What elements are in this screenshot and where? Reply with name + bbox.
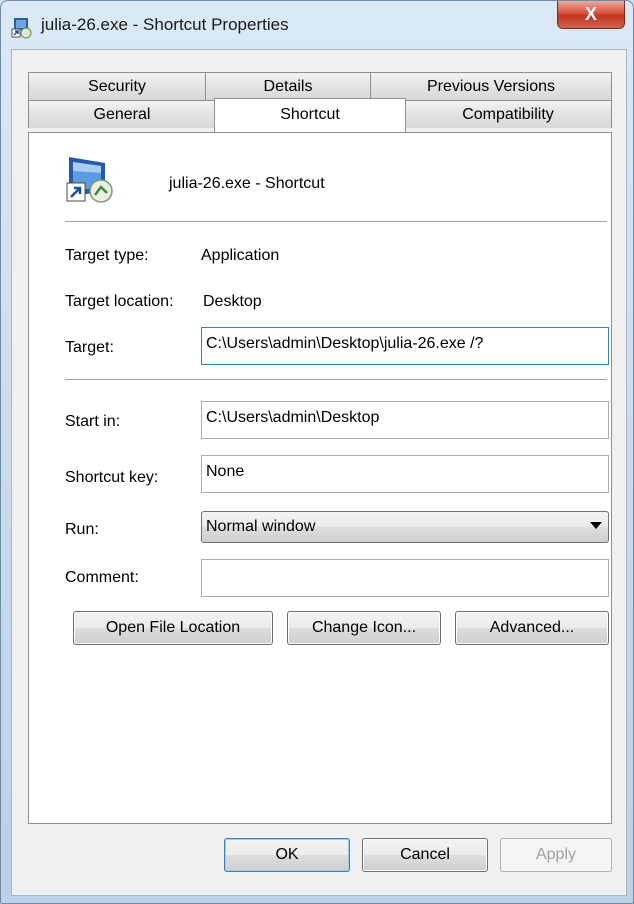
run-select[interactable]: Normal window: [201, 511, 609, 543]
start-in-input[interactable]: C:\Users\admin\Desktop: [201, 401, 609, 439]
comment-label: Comment:: [65, 569, 139, 586]
shortcut-key-label: Shortcut key:: [65, 469, 159, 486]
tab-details[interactable]: Details: [205, 72, 371, 100]
target-location-value: Desktop: [203, 293, 262, 310]
comment-input[interactable]: [201, 559, 609, 597]
target-type-value: Application: [201, 247, 280, 264]
close-button[interactable]: X: [557, 1, 625, 29]
run-label: Run:: [65, 521, 99, 538]
dialog-client: Security Details Previous Versions Gener…: [11, 49, 627, 896]
divider: [65, 221, 607, 223]
target-type-label: Target type:: [65, 247, 149, 264]
cancel-button[interactable]: Cancel: [362, 838, 488, 872]
start-in-label: Start in:: [65, 413, 121, 430]
shortcut-key-input[interactable]: None: [201, 455, 609, 493]
exe-file-shortcut-icon: [66, 157, 113, 203]
properties-window: julia-26.exe - Shortcut Properties X Sec…: [0, 0, 634, 904]
shortcut-tab-panel: julia-26.exe - Shortcut Target type: App…: [28, 132, 612, 824]
run-select-value: Normal window: [206, 518, 316, 535]
window-title: julia-26.exe - Shortcut Properties: [41, 15, 289, 34]
tab-compatibility[interactable]: Compatibility: [404, 100, 612, 128]
target-location-label: Target location:: [65, 293, 174, 310]
close-icon: X: [584, 4, 597, 24]
tab-previous-versions[interactable]: Previous Versions: [370, 72, 612, 100]
shortcut-name: julia-26.exe - Shortcut: [169, 175, 325, 192]
title-bar[interactable]: julia-26.exe - Shortcut Properties X: [1, 1, 633, 49]
tab-general[interactable]: General: [28, 100, 216, 128]
shortcut-app-icon: [11, 18, 32, 39]
advanced-button[interactable]: Advanced...: [455, 611, 609, 645]
tab-shortcut[interactable]: Shortcut: [214, 98, 406, 132]
chevron-down-icon: [590, 522, 602, 529]
ok-button[interactable]: OK: [224, 838, 350, 872]
target-input[interactable]: C:\Users\admin\Desktop\julia-26.exe /?: [201, 327, 609, 365]
divider: [65, 379, 607, 381]
target-label: Target:: [65, 339, 114, 356]
change-icon-button[interactable]: Change Icon...: [287, 611, 441, 645]
open-file-location-button[interactable]: Open File Location: [73, 611, 273, 645]
apply-button[interactable]: Apply: [500, 838, 612, 872]
tab-security[interactable]: Security: [28, 72, 206, 100]
